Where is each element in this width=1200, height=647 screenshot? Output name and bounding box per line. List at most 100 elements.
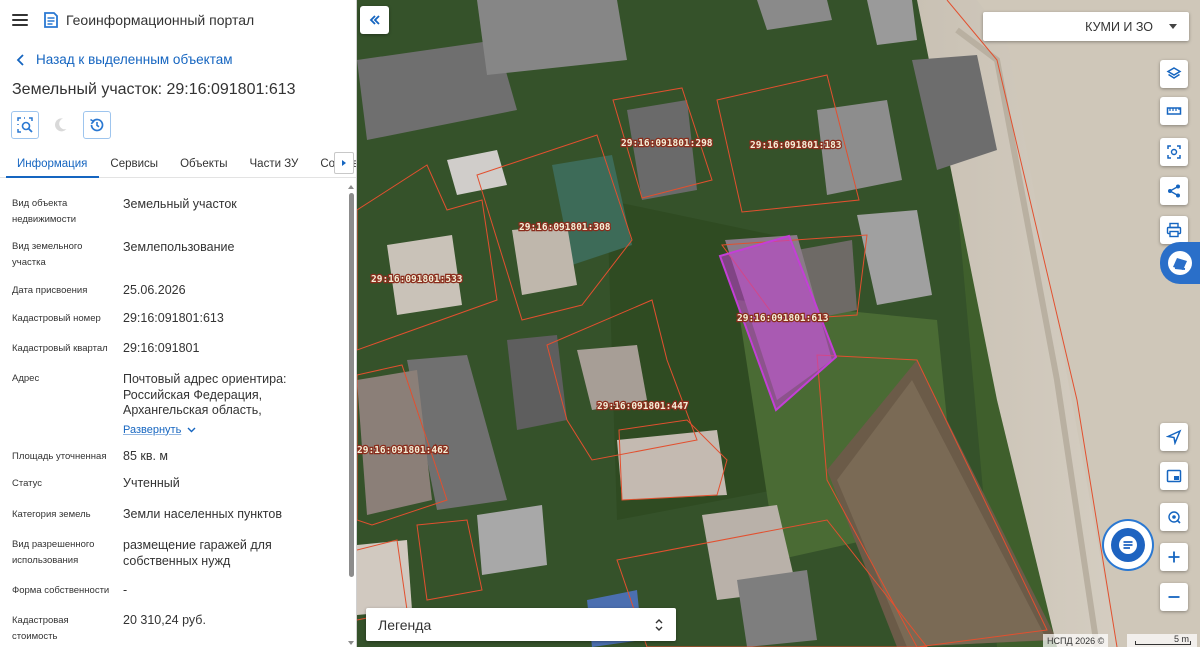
chat-icon — [1119, 536, 1137, 554]
share-icon — [1168, 184, 1180, 198]
layers-button[interactable] — [1160, 60, 1188, 88]
tab-information[interactable]: Информация — [0, 150, 100, 178]
chat-button[interactable] — [1104, 521, 1152, 569]
map-view[interactable]: 29:16:091801:298 29:16:091801:183 29:16:… — [357, 0, 1200, 647]
parcel-label: 29:16:091801:298 — [621, 138, 713, 149]
minimap-button[interactable] — [1160, 462, 1188, 490]
parcel-label: 29:16:091801:447 — [597, 401, 689, 412]
expand-label: Развернуть — [123, 423, 182, 436]
parcel-label: 29:16:091801:308 — [519, 222, 611, 233]
expand-collapse-icon — [655, 618, 663, 631]
chat-icon-wrap — [1111, 528, 1145, 562]
property-label: Площадь уточненная — [12, 451, 107, 462]
property-value: 20 310,24 руб. — [123, 613, 206, 627]
assistant-mascot-icon — [1168, 251, 1192, 275]
plus-icon — [1168, 551, 1180, 563]
print-button[interactable] — [1160, 216, 1188, 244]
property-value: - — [123, 583, 128, 597]
legend-label: Легенда — [378, 616, 432, 633]
collapse-sidebar-button[interactable] — [360, 6, 389, 34]
parcel-label: 29:16:091801:462 — [357, 445, 449, 456]
property-label: Дата присвоения — [12, 285, 88, 296]
back-to-selected-link[interactable]: Назад к выделенным объектам — [14, 52, 233, 67]
property-value: 29:16:091801:613 — [123, 311, 224, 325]
property-label: Статус — [12, 478, 43, 489]
geolocation-button[interactable] — [1160, 503, 1188, 531]
history-button[interactable] — [83, 111, 111, 139]
zoom-out-button[interactable] — [1160, 583, 1188, 611]
app-root: Геоинформационный портал Назад к выделен… — [0, 0, 1200, 647]
property-value: Земли населенных пунктов — [123, 507, 282, 521]
property-label: Форма собственности — [12, 585, 110, 596]
app-title: Геоинформационный портал — [66, 12, 255, 28]
map-attribution: НСПД 2026 © — [1043, 634, 1109, 647]
property-label: Вид объекта недвижимости — [12, 198, 77, 225]
zoom-to-object-button[interactable] — [11, 111, 39, 139]
ruler-button[interactable] — [1160, 97, 1188, 125]
back-link-label: Назад к выделенным объектам — [36, 52, 233, 67]
double-chevron-left-icon — [369, 15, 380, 25]
zoom-to-object-icon — [17, 117, 33, 133]
minus-icon — [1168, 596, 1180, 598]
property-value: Учтенный — [123, 476, 180, 490]
property-label: Кадастровый номер — [12, 313, 101, 324]
expand-address-link[interactable]: Развернуть — [123, 423, 196, 439]
parcel-label: 29:16:091801:183 — [750, 140, 842, 151]
caret-down-icon — [1169, 24, 1177, 29]
parcel-label: 29:16:091801:533 — [371, 274, 463, 285]
scale-bar: 5 m — [1127, 634, 1197, 647]
sidebar-scrollbar[interactable] — [346, 185, 356, 647]
property-label: Кадастровый квартал — [12, 343, 108, 354]
property-value: 29:16:091801 — [123, 341, 200, 355]
print-icon — [1166, 222, 1182, 238]
property-value: Земельный участок — [123, 197, 237, 211]
scroll-down-arrow-icon[interactable] — [348, 641, 354, 645]
object-tabs: Информация Сервисы Объекты Части ЗУ Сост… — [0, 150, 356, 178]
triangle-right-icon — [342, 160, 346, 166]
property-label: Вид земельного участка — [12, 241, 83, 268]
satellite-imagery: 29:16:091801:298 29:16:091801:183 29:16:… — [357, 0, 1200, 647]
chevron-left-icon — [16, 53, 24, 66]
scroll-up-arrow-icon[interactable] — [348, 185, 354, 189]
moon-icon — [55, 118, 67, 132]
share-button[interactable] — [1160, 177, 1188, 205]
area-select-button[interactable] — [1160, 138, 1188, 166]
menu-icon[interactable] — [12, 14, 28, 26]
property-value: размещение гаражей для собственных нужд — [123, 538, 272, 568]
tab-objects[interactable]: Объекты — [169, 150, 238, 177]
locate-direction-button[interactable] — [1160, 423, 1188, 451]
property-label: Категория земель — [12, 509, 91, 520]
property-label: Вид разрешенного использования — [12, 539, 95, 566]
tabs-scroll-right-button[interactable] — [334, 152, 354, 174]
scale-label: 5 m — [1173, 634, 1189, 644]
ruler-icon — [1166, 107, 1182, 115]
layer-select-dropdown[interactable]: КУМИ И ЗО — [983, 12, 1189, 41]
chevron-down-icon — [187, 427, 196, 433]
history-icon — [90, 118, 104, 132]
parcel-label-selected: 29:16:091801:613 — [737, 313, 829, 324]
object-tools — [11, 111, 111, 139]
night-mode-button[interactable] — [47, 111, 75, 139]
minimap-icon — [1166, 469, 1182, 483]
assistant-mascot-button[interactable] — [1160, 242, 1200, 284]
portal-logo-icon — [44, 12, 58, 28]
layers-icon — [1166, 67, 1182, 79]
sidebar-panel: Геоинформационный портал Назад к выделен… — [0, 0, 357, 647]
property-value: 85 кв. м — [123, 449, 169, 463]
layer-select-value: КУМИ И ЗО — [1085, 19, 1153, 34]
locate-arrow-icon — [1166, 429, 1182, 445]
legend-toggle[interactable]: Легенда — [366, 608, 676, 641]
object-title: Земельный участок: 29:16:091801:613 — [12, 81, 296, 98]
tab-parcel-parts[interactable]: Части ЗУ — [239, 150, 310, 177]
geolocation-icon — [1168, 511, 1181, 524]
scroll-thumb[interactable] — [349, 193, 354, 577]
address-text: Почтовый адрес ориентира: Российская Фед… — [123, 372, 287, 417]
property-value: 25.06.2026 — [123, 283, 186, 297]
zoom-in-button[interactable] — [1160, 543, 1188, 571]
property-value: Почтовый адрес ориентира: Российская Фед… — [123, 372, 338, 438]
tab-services[interactable]: Сервисы — [99, 150, 169, 177]
property-label: Кадастровая стоимость — [12, 615, 69, 642]
property-value: Землепользование — [123, 240, 235, 254]
area-select-icon — [1167, 145, 1181, 159]
top-bar: Геоинформационный портал — [0, 0, 356, 40]
